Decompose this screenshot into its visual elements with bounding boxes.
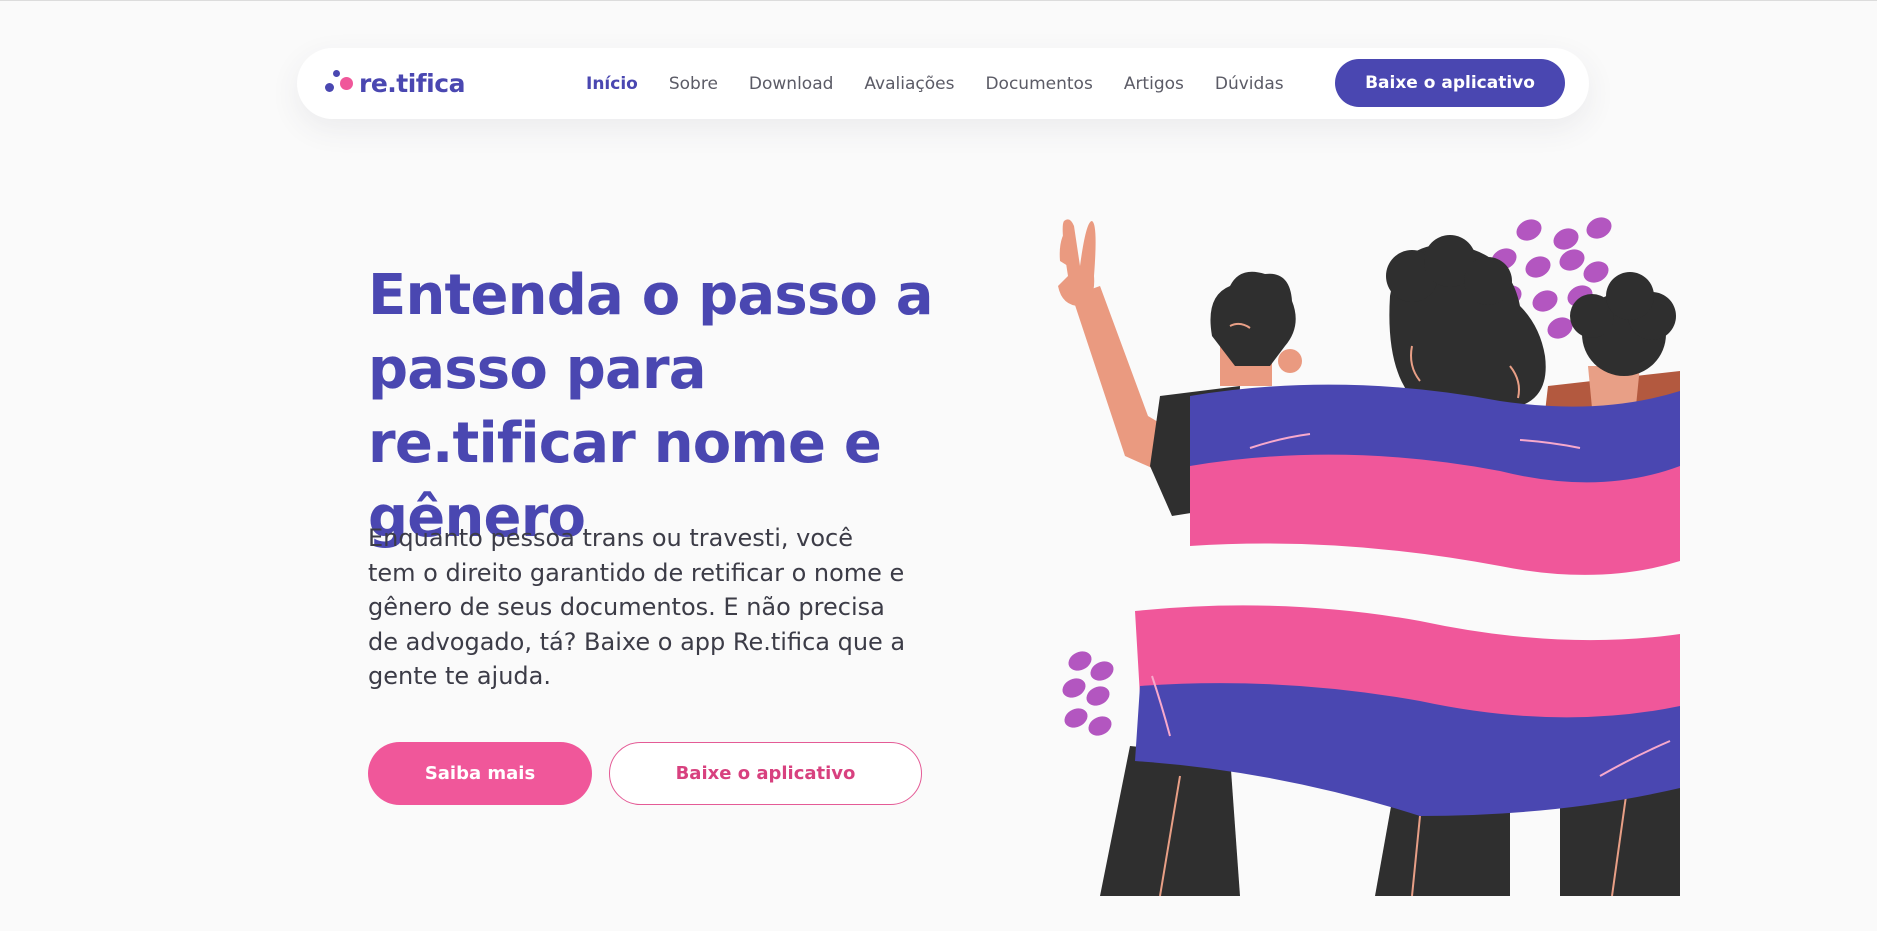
nav-download-app-button[interactable]: Baixe o aplicativo [1335,59,1565,107]
logo-text: re.tifica [359,68,465,98]
logo[interactable]: re.tifica [325,68,465,98]
hero-description: Enquanto pessoa trans ou travesti, você … [368,524,906,690]
learn-more-button[interactable]: Saiba mais [368,742,592,805]
nav-item-inicio[interactable]: Início [586,74,638,94]
logo-dots-icon [325,68,355,98]
nav-item-duvidas[interactable]: Dúvidas [1215,74,1284,94]
nav-item-sobre[interactable]: Sobre [669,74,718,94]
top-navbar: re.tifica Início Sobre Download Avaliaçõ… [297,48,1589,119]
download-app-button[interactable]: Baixe o aplicativo [609,742,922,805]
people-holding-flag-illustration [1058,217,1680,896]
nav-item-artigos[interactable]: Artigos [1124,74,1184,94]
hero-title: Entenda o passo a passo para re.tificar … [368,263,934,550]
nav-item-documentos[interactable]: Documentos [985,74,1092,94]
nav-item-avaliacoes[interactable]: Avaliações [864,74,954,94]
nav-item-download[interactable]: Download [749,74,834,94]
nav-links: Início Sobre Download Avaliações Documen… [586,48,1315,119]
